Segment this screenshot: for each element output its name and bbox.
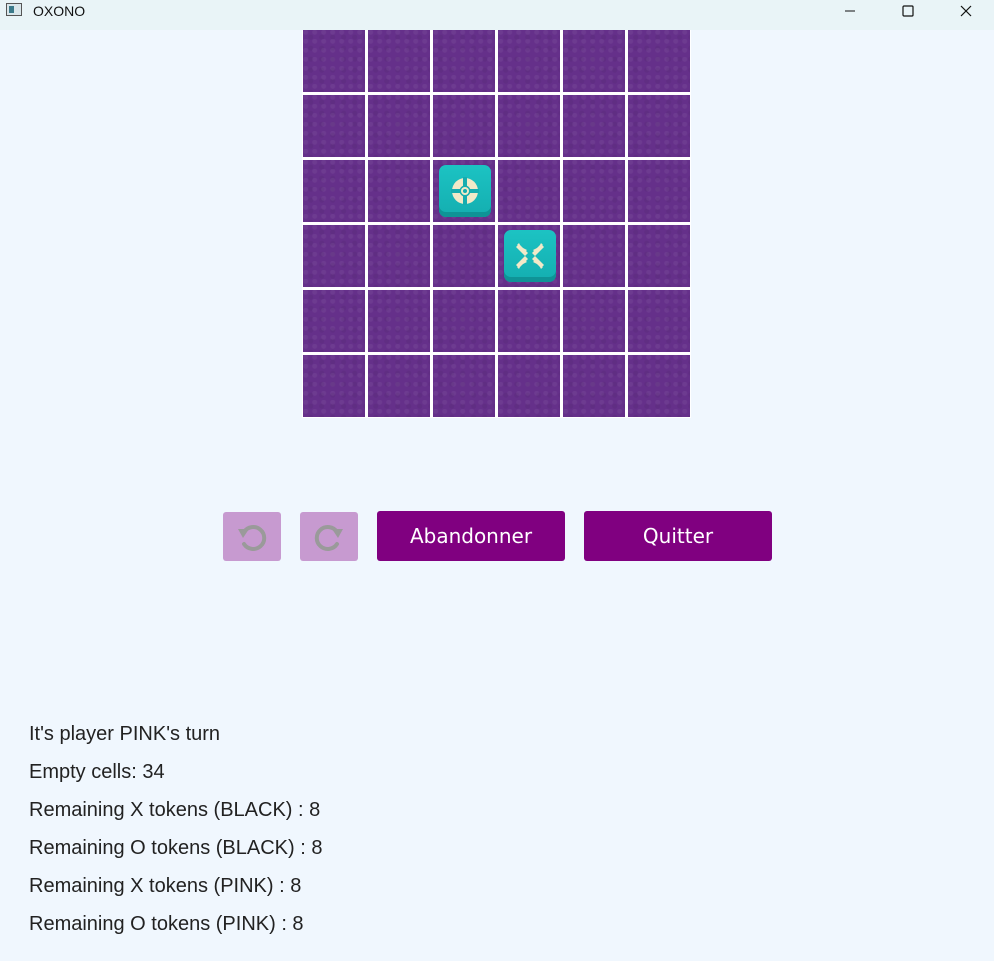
board-cell[interactable] xyxy=(563,290,625,352)
remaining-x-pink: Remaining X tokens (PINK) : 8 xyxy=(29,875,302,897)
board-cell[interactable] xyxy=(628,160,690,222)
remaining-o-black: Remaining O tokens (BLACK) : 8 xyxy=(29,837,323,859)
board-cell[interactable] xyxy=(433,30,495,92)
board-cell[interactable] xyxy=(433,355,495,417)
board-cell[interactable] xyxy=(563,30,625,92)
board-cell[interactable] xyxy=(303,355,365,417)
quit-button[interactable]: Quitter xyxy=(584,511,772,561)
board-cell[interactable] xyxy=(368,160,430,222)
o-totem-icon xyxy=(451,177,479,205)
game-window: OXONO Abandonner Quitter It's player PIN… xyxy=(0,0,994,961)
board-cell[interactable] xyxy=(303,225,365,287)
board-cell[interactable] xyxy=(368,95,430,157)
board-cell[interactable] xyxy=(303,160,365,222)
board-cell[interactable] xyxy=(433,95,495,157)
board-cell[interactable] xyxy=(498,225,560,287)
board-cell[interactable] xyxy=(433,290,495,352)
close-icon xyxy=(960,5,972,17)
x-totem-icon xyxy=(516,243,544,269)
board-cell[interactable] xyxy=(368,355,430,417)
board-cell[interactable] xyxy=(498,290,560,352)
board-cell[interactable] xyxy=(563,225,625,287)
abandon-button[interactable]: Abandonner xyxy=(377,511,565,561)
redo-button[interactable] xyxy=(300,512,358,561)
board-cell[interactable] xyxy=(563,160,625,222)
remaining-o-pink: Remaining O tokens (PINK) : 8 xyxy=(29,913,304,935)
board-cell[interactable] xyxy=(368,30,430,92)
minimize-button[interactable] xyxy=(827,0,873,22)
board-cell[interactable] xyxy=(303,290,365,352)
board-cell[interactable] xyxy=(498,160,560,222)
board-cell[interactable] xyxy=(303,95,365,157)
game-board xyxy=(302,30,691,418)
board-cell[interactable] xyxy=(563,355,625,417)
x-totem-token[interactable] xyxy=(504,230,556,282)
close-button[interactable] xyxy=(943,0,989,22)
board-cell[interactable] xyxy=(628,355,690,417)
board-cell[interactable] xyxy=(563,95,625,157)
board-cell[interactable] xyxy=(498,30,560,92)
board-cell[interactable] xyxy=(368,225,430,287)
board-cell[interactable] xyxy=(433,225,495,287)
empty-cells-count: Empty cells: 34 xyxy=(29,761,165,783)
remaining-x-black: Remaining X tokens (BLACK) : 8 xyxy=(29,799,321,821)
board-cell[interactable] xyxy=(433,160,495,222)
status-panel: It's player PINK's turn Empty cells: 34 … xyxy=(29,721,322,949)
board-cell[interactable] xyxy=(628,30,690,92)
board-cell[interactable] xyxy=(498,355,560,417)
board-cell[interactable] xyxy=(303,30,365,92)
title-bar: OXONO xyxy=(0,0,994,30)
minimize-icon xyxy=(845,10,855,12)
board-cell[interactable] xyxy=(628,290,690,352)
o-totem-token[interactable] xyxy=(439,165,491,217)
board-cell[interactable] xyxy=(368,290,430,352)
app-icon xyxy=(6,3,22,16)
undo-button[interactable] xyxy=(223,512,281,561)
maximize-icon xyxy=(902,5,914,17)
window-title: OXONO xyxy=(33,3,86,19)
undo-icon xyxy=(238,524,267,551)
turn-status: It's player PINK's turn xyxy=(29,723,221,745)
board-cell[interactable] xyxy=(628,225,690,287)
maximize-button[interactable] xyxy=(885,0,931,22)
board-cell[interactable] xyxy=(498,95,560,157)
redo-icon xyxy=(314,524,343,551)
board-cell[interactable] xyxy=(628,95,690,157)
